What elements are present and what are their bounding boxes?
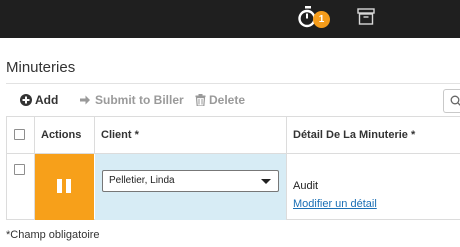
timers-table: Actions Client * Détail De La Minuterie … bbox=[6, 116, 460, 220]
submit-label: Submit to Biller bbox=[95, 93, 184, 107]
archive-icon[interactable] bbox=[356, 7, 376, 27]
toolbar: Add Submit to Biller Delete bbox=[6, 84, 460, 116]
select-all-checkbox[interactable] bbox=[14, 129, 25, 140]
detail-cell: Audit Modifier un détail bbox=[287, 154, 460, 220]
top-nav-bar: 1 bbox=[0, 0, 460, 38]
trash-icon bbox=[195, 94, 206, 106]
pause-timer-button[interactable] bbox=[35, 154, 94, 220]
client-select-value: Pelletier, Linda bbox=[109, 175, 175, 186]
row-checkbox[interactable] bbox=[14, 164, 25, 175]
chevron-down-icon bbox=[261, 179, 271, 184]
add-label: Add bbox=[35, 93, 59, 107]
add-button[interactable]: Add bbox=[20, 84, 66, 116]
client-select[interactable]: Pelletier, Linda bbox=[102, 170, 279, 192]
required-field-note: *Champ obligatoire bbox=[6, 229, 100, 241]
column-header-actions: Actions bbox=[35, 117, 95, 154]
detail-text: Audit bbox=[293, 180, 319, 192]
search-icon bbox=[450, 95, 460, 106]
timer-count-badge: 1 bbox=[313, 11, 330, 28]
client-cell: Pelletier, Linda bbox=[95, 154, 287, 220]
column-header-detail: Détail De La Minuterie * bbox=[287, 117, 460, 154]
row-select-cell bbox=[7, 154, 35, 220]
arrow-right-icon bbox=[80, 95, 90, 105]
page-title: Minuteries bbox=[6, 59, 76, 76]
delete-button[interactable]: Delete bbox=[195, 84, 250, 116]
plus-circle-icon bbox=[20, 94, 32, 106]
delete-label: Delete bbox=[209, 93, 246, 107]
select-all-header bbox=[7, 117, 35, 154]
timer-button[interactable]: 1 bbox=[297, 5, 337, 31]
column-header-client: Client * bbox=[95, 117, 287, 154]
submit-to-biller-button[interactable]: Submit to Biller bbox=[79, 84, 184, 116]
edit-detail-link[interactable]: Modifier un détail bbox=[293, 198, 377, 210]
search-input[interactable] bbox=[443, 89, 460, 113]
pause-icon bbox=[57, 179, 62, 193]
